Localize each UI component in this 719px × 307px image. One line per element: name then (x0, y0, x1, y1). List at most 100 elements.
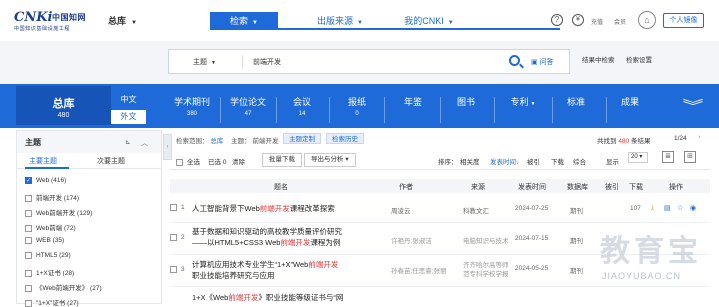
facet-item[interactable]: Web前端 (72) (25, 222, 76, 232)
favorite-icon[interactable]: ☆ (677, 204, 683, 212)
sort-date[interactable]: 发表时间↓ (490, 156, 519, 166)
checkbox-checked[interactable]: ✓ (25, 177, 32, 184)
sort-label: 排序： (438, 159, 458, 166)
sort-cited[interactable]: 被引 (527, 156, 540, 166)
detail-view-icon[interactable]: ≣ (662, 151, 674, 163)
search-settings-button[interactable]: 检索设置 (626, 54, 652, 64)
facet-item[interactable]: HTML5 (29) (25, 252, 71, 259)
ai-ask-button[interactable]: ▣ 问答 (531, 57, 554, 67)
db-yearbooks[interactable]: 年鉴 (399, 95, 427, 108)
sort-relevance[interactable]: 相关度 (460, 156, 480, 166)
checkbox[interactable] (170, 204, 177, 211)
breadcrumb: 检索范围： 总库 主题： 前端开发 (176, 135, 278, 145)
checkbox[interactable] (25, 284, 32, 292)
checkbox[interactable] (25, 194, 32, 202)
help-icon[interactable]: ? (551, 14, 563, 26)
next-page-icon[interactable]: › (698, 134, 700, 141)
checkbox[interactable] (170, 266, 177, 273)
checkbox[interactable] (25, 269, 32, 277)
col-date: 发表时间 (518, 184, 546, 191)
recharge-link[interactable]: 充值 (591, 17, 603, 26)
checkbox[interactable] (176, 158, 183, 166)
topic-customize-tag[interactable]: 主题定制 (283, 133, 321, 144)
tab-my-cnki[interactable]: 我的CNKI ▼ (392, 12, 466, 30)
library-selector[interactable]: 总库 ▼ (108, 14, 137, 27)
facet-item[interactable]: WEB (35) (25, 237, 64, 244)
currency-icon[interactable]: ¥ (572, 14, 584, 26)
download-icon[interactable]: ⤓ (651, 204, 654, 212)
grid-view-icon[interactable]: ⊞ (684, 151, 696, 163)
sort-composite[interactable]: 综合 (573, 156, 586, 166)
checkbox[interactable] (170, 234, 177, 241)
db-conferences-label: 会议 (292, 97, 311, 107)
author-link[interactable]: 周凌云 (391, 205, 411, 215)
author-link[interactable]: 许艳丹;张淑洁 (391, 235, 432, 245)
search-input[interactable]: 前端开发 (253, 57, 281, 67)
cite-icon[interactable]: ◉ (690, 204, 696, 212)
source-link[interactable]: 科教文汇 (463, 205, 489, 215)
result-title-link[interactable]: 计算机应用技术专业学生“1+X”Web前端开发 职业技能培养研究与应用 (192, 259, 338, 281)
db-newspapers-count: 0 (355, 111, 359, 117)
facet-item[interactable]: 前端开发 (174) (25, 192, 79, 202)
author-link[interactable]: 孙春苗;任思睿;张丽 (391, 265, 447, 275)
lang-chinese-tab[interactable]: 中文 (111, 93, 146, 107)
select-all[interactable]: 全选 (176, 156, 200, 166)
cnki-logo[interactable]: CNKi 中国知网 中国知识基础设施工程 (14, 10, 96, 32)
search-zone: 主题 ▼ 前端开发 ▣ 问答 结果中检索 检索设置 (0, 41, 719, 84)
source-link[interactable]: 齐齐哈尔高等师范专科学校学报 (463, 261, 513, 279)
expand-chevron-icon[interactable]: ︾ (683, 96, 704, 116)
tab-secondary-topic[interactable]: 次要主题 (97, 156, 125, 166)
facet-item[interactable]: 《Web前端开发》 (27) (25, 282, 102, 292)
db-achievements-label: 成果 (620, 97, 639, 107)
personal-library-button[interactable]: 个人镜像 (663, 13, 704, 28)
db-theses[interactable]: 学位论文 47 (228, 95, 268, 117)
tab-publications[interactable]: 出版来源 ▼ (306, 12, 374, 30)
db-standards[interactable]: 标准 (562, 95, 590, 108)
row-select[interactable]: 2 (170, 234, 185, 241)
page-size-select[interactable]: 20 ▾ (628, 152, 648, 163)
batch-download-button[interactable]: 批量下载 (262, 153, 302, 167)
search-within-results-button[interactable]: 结果中检索 (582, 54, 615, 64)
result-title-link[interactable]: 基于数据和知识驱动的高校教学质量评价研究 ——以HTML5+CSS3 Web前端开… (192, 226, 342, 248)
db-books[interactable]: 图书 (452, 95, 480, 108)
collapse-icon[interactable]: ︿ (141, 138, 148, 148)
tab-search[interactable]: 检索 ▼ (210, 12, 278, 30)
search-icon[interactable] (509, 55, 520, 66)
facet-item[interactable]: 1+X证书 (28) (25, 267, 74, 277)
clear-link[interactable]: 清除 (232, 156, 245, 166)
facet-item[interactable]: Web前端开发 (129) (25, 207, 92, 217)
checkbox[interactable] (25, 224, 32, 232)
db-achievements[interactable]: 成果 (616, 95, 644, 108)
row-select[interactable]: 1 (170, 204, 185, 211)
home-icon[interactable]: ⌂ (638, 11, 656, 29)
result-title-link[interactable]: 人工智能背景下Web前端开发课程改革探索 (192, 203, 335, 214)
chart-icon[interactable]: ⊾ (125, 138, 131, 146)
db-newspapers[interactable]: 报纸 0 (343, 95, 371, 117)
checkbox[interactable] (25, 209, 32, 217)
search-field-selector[interactable]: 主题 ▼ (193, 57, 216, 67)
facet-item[interactable]: "1+X"证书 (27) (25, 297, 79, 307)
db-journals-label: 学术期刊 (173, 97, 210, 107)
checkbox[interactable] (25, 237, 32, 244)
source-link[interactable]: 电脑知识与技术 (463, 235, 509, 245)
search-history-tag[interactable]: 检索历史 (326, 133, 364, 144)
result-title-link[interactable]: 1+X《Web前端开发》职业技能等级证书与“网 (192, 292, 343, 303)
checkbox[interactable] (25, 252, 32, 259)
db-patents[interactable]: 专利 ▼ (506, 95, 540, 108)
sort-downloads[interactable]: 下载 (551, 156, 564, 166)
col-database: 数据库 (567, 184, 588, 191)
row-select[interactable]: 3 (170, 266, 185, 273)
member-link[interactable]: 会员 (614, 17, 626, 26)
read-icon[interactable]: ▤ (664, 204, 671, 212)
export-analysis-button[interactable]: 导出与分析 ▾ (304, 153, 356, 167)
facet-item[interactable]: ✓ Web (416) (25, 177, 66, 184)
library-selector-label: 总库 (108, 16, 127, 26)
lang-foreign-tab[interactable]: 外文 (111, 110, 146, 124)
checkbox[interactable] (25, 299, 32, 307)
tab-main-topic[interactable]: 主要主题 (29, 156, 57, 166)
scope-value[interactable]: 总库 (210, 138, 223, 145)
db-conferences[interactable]: 会议 14 (288, 95, 316, 117)
facet-header: 主题 ⊾ ︿ (17, 131, 161, 153)
all-database-tab[interactable]: 总库 480 (16, 86, 111, 125)
db-journals[interactable]: 学术期刊 380 (172, 95, 212, 117)
